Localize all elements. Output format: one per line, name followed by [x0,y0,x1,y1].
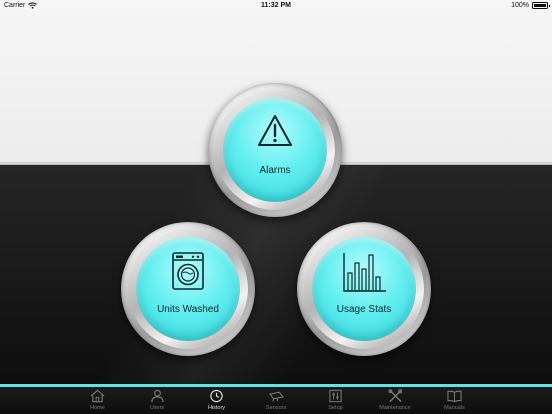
units-washed-label: Units Washed [157,304,219,315]
warning-icon [258,115,292,146]
status-bar: Carrier 11:32 PM 100% [0,0,552,12]
tab-history[interactable]: History [187,387,247,414]
tab-users[interactable]: Users [127,387,187,414]
tab-bar: Home Users History Sensors Setup Mainten… [0,387,552,414]
book-icon [447,390,462,403]
usage-stats-label: Usage Stats [336,304,392,315]
tab-setup[interactable]: Setup [306,387,366,414]
washing-machine-icon [172,252,204,290]
tab-manuals[interactable]: Manuals [425,387,485,414]
tab-label: Sensors [265,405,287,411]
status-time: 11:32 PM [261,2,291,9]
battery-info: 100% [511,2,550,9]
alarms-label: Alarms [259,165,291,176]
sensor-icon [268,391,284,402]
tab-label: History [207,405,226,411]
battery-percent: 100% [511,2,529,9]
usage-stats-button[interactable]: Usage Stats [297,222,431,356]
tools-icon [387,389,402,403]
dial-face: Alarms [223,98,327,202]
battery-icon [532,2,550,9]
bar-chart-icon [343,253,386,292]
sliders-icon [329,389,342,403]
alarms-button[interactable]: Alarms [208,83,342,217]
tab-label: Manuals [444,405,465,411]
clock-icon [210,389,223,403]
tab-maintenance[interactable]: Maintenance [365,387,425,414]
dial-face: Usage Stats [312,237,416,341]
tab-label: Maintenance [379,405,411,411]
dial-face: Units Washed [136,237,240,341]
tab-home[interactable]: Home [68,387,128,414]
tab-label: Setup [328,405,343,411]
home-icon [90,389,105,403]
tab-label: Home [90,405,105,411]
tab-sensors[interactable]: Sensors [246,387,306,414]
tab-label: Users [149,405,165,411]
user-icon [150,389,164,403]
units-washed-button[interactable]: Units Washed [121,222,255,356]
